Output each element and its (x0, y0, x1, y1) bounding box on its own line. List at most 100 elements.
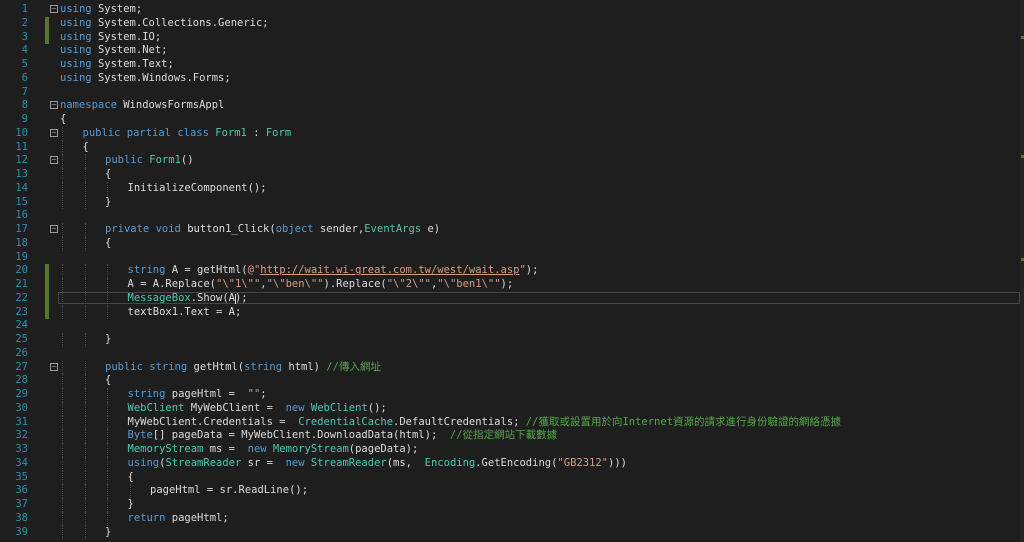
code-line[interactable]: 36 pageHtml = sr.ReadLine(); (0, 484, 1024, 498)
code-line[interactable]: 18 { (0, 236, 1024, 251)
code-line[interactable]: 26 (0, 347, 1024, 361)
collapse-icon[interactable]: − (50, 101, 58, 110)
line-number: 18 (15, 236, 28, 249)
code-text[interactable]: using System.Collections.Generic; (60, 17, 269, 31)
code-text[interactable]: using System.Windows.Forms; (60, 72, 231, 86)
indent-guide (84, 429, 86, 443)
code-text[interactable]: } (105, 333, 111, 347)
code-line[interactable]: 34 using(StreamReader sr = new StreamRead… (0, 456, 1024, 471)
indent-guide (84, 291, 86, 306)
code-line[interactable]: 8 − namespace WindowsFormsAppl (0, 99, 1024, 113)
indent-guide (107, 498, 108, 512)
code-line[interactable]: 14 InitializeComponent(); (0, 181, 1024, 196)
code-line[interactable]: 25} (0, 333, 1024, 347)
code-text[interactable]: public partial class Form1 : Form (83, 127, 292, 141)
code-line[interactable]: 30 WebClient MyWebClient = new WebClient(… (0, 401, 1024, 416)
code-text[interactable]: { (83, 141, 89, 155)
code-token: Form1 (149, 154, 181, 167)
code-text[interactable]: textBox1.Text = A; (128, 306, 242, 320)
code-text[interactable]: using System.IO; (60, 31, 161, 45)
code-line[interactable]: 4 using System.Net; (0, 44, 1024, 58)
vertical-scrollbar[interactable] (1020, 0, 1024, 542)
code-text[interactable]: { (105, 237, 111, 251)
code-line[interactable]: 19 (0, 251, 1024, 265)
code-text[interactable]: MemoryStream ms = new MemoryStream(pageD… (128, 443, 419, 457)
code-line[interactable]: 1 − using System; (0, 3, 1024, 17)
code-text[interactable]: { (105, 374, 111, 388)
code-text[interactable]: MyWebClient.Credentials = CredentialCach… (128, 416, 842, 430)
code-text[interactable]: { (60, 113, 66, 127)
code-line[interactable]: 12 − public Form1() (0, 154, 1024, 168)
code-token: { (105, 168, 112, 180)
code-line[interactable]: 15} (0, 195, 1024, 210)
code-token: } (127, 498, 134, 510)
code-line[interactable]: 6 using System.Windows.Forms; (0, 72, 1024, 86)
collapse-icon[interactable]: − (50, 362, 58, 371)
code-text[interactable]: WebClient MyWebClient = new WebClient(); (128, 402, 387, 416)
line-number: 2 (21, 16, 28, 29)
collapse-icon[interactable]: − (50, 128, 58, 137)
code-text[interactable]: string pageHtml = ""; (128, 388, 267, 402)
line-number: 13 (15, 168, 28, 180)
code-token: html) (288, 360, 320, 373)
code-line[interactable]: 22 MessageBox.Show(A); (0, 291, 1024, 306)
code-text[interactable]: InitializeComponent(); (128, 182, 267, 196)
code-text[interactable]: pageHtml = sr.ReadLine(); (150, 484, 308, 498)
indent-guide (84, 374, 86, 388)
collapse-icon[interactable]: − (50, 5, 58, 13)
code-token: using (60, 30, 92, 43)
code-line[interactable]: 13 { (0, 168, 1024, 182)
code-line[interactable]: 24 (0, 319, 1024, 333)
code-line[interactable]: 2 using System.Collections.Generic; (0, 16, 1024, 31)
code-line[interactable]: 29 string pageHtml = ""; (0, 388, 1024, 402)
code-line[interactable]: 17 − private void button1_Click(object sen… (0, 223, 1024, 237)
code-line[interactable]: 35 { (0, 470, 1024, 485)
code-line[interactable]: 32 Byte[] pageData = MyWebClient.Download… (0, 429, 1024, 443)
code-line[interactable]: 33 MemoryStream ms = new MemoryStream(pag… (0, 443, 1024, 457)
code-line[interactable]: 23 textBox1.Text = A; (0, 305, 1024, 320)
code-editor[interactable]: 1− using System; 2 using System.Collections… (0, 0, 1024, 542)
code-line[interactable]: 5 using System.Text; (0, 58, 1024, 72)
code-token: : (253, 126, 260, 139)
code-text[interactable]: using System; (60, 3, 142, 17)
code-text[interactable]: } (128, 498, 134, 512)
code-text[interactable]: public string getHtml(string html) //傳入網… (105, 361, 381, 375)
code-text[interactable]: string A = getHtml(@"http://wait.wi-grea… (128, 264, 539, 278)
code-text[interactable]: } (105, 526, 111, 540)
code-text[interactable]: using System.Net; (60, 44, 167, 58)
line-number: 27 (15, 360, 28, 373)
code-line[interactable]: 11 { (0, 140, 1024, 155)
code-text[interactable]: Byte[] pageData = MyWebClient.DownloadDa… (128, 429, 558, 443)
line-number: 28 (15, 374, 28, 387)
code-line[interactable]: 38 return pageHtml; (0, 511, 1024, 526)
collapse-icon[interactable]: − (50, 156, 58, 165)
code-line[interactable]: 31 MyWebClient.Credentials = CredentialCa… (0, 415, 1024, 430)
code-text[interactable]: private void button1_Click(object sender… (105, 223, 440, 237)
code-text[interactable]: } (105, 196, 111, 210)
code-line[interactable]: 39} (0, 525, 1024, 540)
code-text[interactable]: using(StreamReader sr = new StreamReader… (128, 457, 634, 471)
code-line[interactable]: 37} (0, 498, 1024, 512)
code-line[interactable]: 10 − public partial class Form1 : Form (0, 126, 1024, 141)
code-line[interactable]: 21 A = A.Replace("\"1\"","\"ben\"").Repla… (0, 278, 1024, 292)
code-line[interactable]: 28 { (0, 374, 1024, 388)
code-line[interactable]: 7 (0, 86, 1024, 100)
code-text[interactable]: using System.Text; (60, 58, 174, 72)
code-line[interactable]: 3 using System.IO; (0, 30, 1024, 45)
code-line[interactable]: 20 string A = getHtml(@"http://wait.wi-gr… (0, 264, 1024, 278)
code-token: ms = (209, 443, 242, 455)
code-text[interactable]: public Form1() (105, 154, 194, 168)
code-text[interactable]: { (128, 471, 134, 485)
code-text[interactable]: { (105, 168, 111, 182)
code-token: { (105, 236, 112, 249)
code-text[interactable]: return pageHtml; (128, 512, 229, 526)
code-token: //傳入網址 (326, 360, 381, 373)
code-line[interactable]: 16 (0, 209, 1024, 223)
collapse-icon[interactable]: − (50, 225, 58, 233)
code-text[interactable]: A = A.Replace("\"1\"","\"ben\"").Replace… (128, 278, 514, 292)
code-line[interactable]: 9{ (0, 113, 1024, 127)
code-text[interactable]: namespace WindowsFormsAppl (60, 99, 224, 113)
code-text[interactable]: MessageBox.Show(A); (128, 292, 248, 306)
code-line[interactable]: 27 − public string getHtml(string html) //… (0, 360, 1024, 375)
indent-guide (62, 525, 63, 540)
